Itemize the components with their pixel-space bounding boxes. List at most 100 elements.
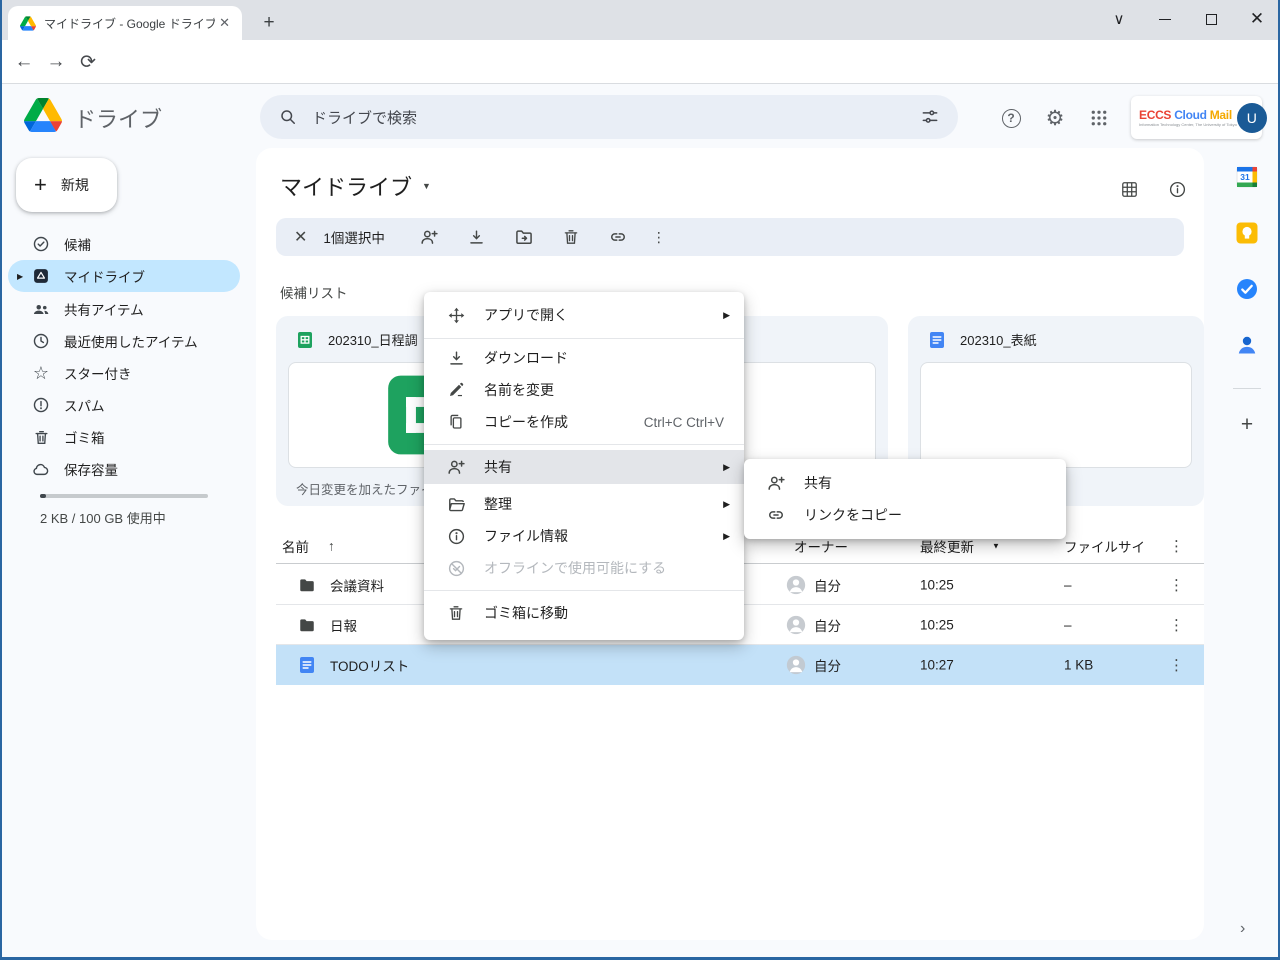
account-badge[interactable]: ECCS Cloud Mail Information Technology C… [1131,96,1262,139]
settings-gear-icon[interactable]: ⚙ [1042,105,1068,131]
cloud-icon [32,460,50,478]
sidebar-item-recent[interactable]: 最近使用したアイテム [8,325,240,357]
selection-count: 1個選択中 [323,227,385,247]
docs-icon [298,656,316,674]
spam-icon [32,396,50,414]
apps-grid-icon[interactable] [1086,105,1112,131]
copy-icon [446,412,466,432]
trash-icon [446,603,466,623]
menu-item-make-copy[interactable]: コピーを作成 Ctrl+C Ctrl+V [424,406,744,438]
sort-asc-icon[interactable]: ↑ [328,539,335,554]
sidebar-item-trash[interactable]: ゴミ箱 [8,421,240,453]
offline-check-icon [446,558,466,578]
menu-item-rename[interactable]: 名前を変更 [424,374,744,406]
svg-text:31: 31 [1240,172,1250,182]
reload-button[interactable]: ⟳ [72,51,104,74]
page-title[interactable]: マイドライブ ▼ [280,170,431,202]
menu-item-open-with[interactable]: アプリで開く ▶ [424,298,744,332]
trash-icon[interactable] [562,228,580,246]
row-more-icon[interactable]: ⋮ [1169,616,1184,634]
share-user-add-icon[interactable] [419,227,439,247]
move-to-folder-icon[interactable] [514,227,534,247]
grid-view-toggle-icon[interactable] [1118,178,1140,200]
storage-progress-bar [40,494,208,498]
clock-icon [32,332,50,350]
clear-selection-icon[interactable]: ✕ [294,227,307,247]
expand-arrow-icon[interactable]: ▶ [17,272,23,281]
menu-divider [424,444,744,445]
new-button[interactable]: + 新規 [16,158,117,212]
sidebar-item-spam[interactable]: スパム [8,389,240,421]
menu-item-file-info[interactable]: ファイル情報 ▶ [424,520,744,552]
menu-item-share[interactable]: 共有 ▶ [424,450,744,484]
forward-button[interactable]: → [40,51,72,73]
header-owner[interactable]: オーナー [794,536,848,556]
help-icon[interactable]: ? [998,105,1024,131]
copy-link-icon [766,505,786,525]
suggestions-label: 候補リスト [280,282,348,302]
info-icon [446,526,466,546]
search-options-icon[interactable] [920,107,940,127]
share-submenu: 共有 リンクをコピー [744,459,1066,539]
card-caption: 今日変更を加えたファイ [296,479,434,498]
collapse-strip-chevron-icon[interactable]: › [1240,920,1245,938]
submenu-arrow-icon: ▶ [723,531,730,542]
sidebar-item-suggested[interactable]: 候補 [8,228,240,260]
submenu-arrow-icon: ▶ [723,462,730,473]
search-icon [278,107,298,127]
contacts-icon[interactable] [1236,334,1258,356]
browser-window: マイドライブ - Google ドライブ ✕ + ∨ ✕ ← → ⟳ drive… [0,0,1280,960]
storage-progress-fill [40,494,46,498]
account-avatar[interactable]: U [1237,103,1267,133]
more-actions-icon[interactable]: ⋮ [652,229,666,246]
storage-usage-text: 2 KB / 100 GB 使用中 [40,508,166,527]
header-name[interactable]: 名前 [282,536,309,556]
window-maximize-button[interactable] [1188,0,1234,38]
new-tab-button[interactable]: + [256,10,282,36]
account-brand: ECCS Cloud Mail [1139,109,1237,121]
tasks-icon[interactable] [1236,278,1258,300]
calendar-icon[interactable]: 31 [1236,166,1258,188]
check-circle-icon [32,235,50,253]
menu-item-move-to-trash[interactable]: ゴミ箱に移動 [424,596,744,630]
row-more-icon[interactable]: ⋮ [1169,656,1184,674]
add-panel-app-icon[interactable]: + [1236,414,1258,436]
menu-item-download[interactable]: ダウンロード [424,342,744,374]
menu-item-organize[interactable]: 整理 ▶ [424,488,744,520]
submenu-item-copy-link[interactable]: リンクをコピー [744,499,1066,531]
strip-divider [1233,388,1261,389]
window-minimize-button[interactable] [1142,0,1188,38]
tab-close-icon[interactable]: ✕ [215,15,234,31]
account-brand-sub: Information Technology Center, The Unive… [1139,123,1237,127]
context-menu: アプリで開く ▶ ダウンロード 名前を変更 コピーを作成 Ctrl+C Ctrl… [424,292,744,640]
plus-icon: + [34,172,47,198]
details-info-icon[interactable] [1166,178,1188,200]
copy-link-icon[interactable] [608,227,628,247]
submenu-item-share[interactable]: 共有 [744,467,1066,499]
sidebar-item-my-drive[interactable]: ▶ マイドライブ [8,260,240,292]
submenu-arrow-icon: ▶ [723,499,730,510]
sidebar-item-shared[interactable]: 共有アイテム [8,293,240,325]
selection-toolbar: ✕ 1個選択中 ⋮ [276,218,1184,256]
owner-avatar [786,575,806,595]
file-row-3-selected[interactable]: TODOリスト 自分 10:27 1 KB ⋮ [276,645,1204,685]
window-menu-icon[interactable]: ∨ [1096,0,1142,38]
sidebar-item-storage[interactable]: 保存容量 [8,453,240,485]
submenu-arrow-icon: ▶ [723,310,730,321]
row-more-icon[interactable]: ⋮ [1169,576,1184,594]
menu-divider [424,338,744,339]
header-more-icon[interactable]: ⋮ [1169,537,1184,555]
folder-icon [298,616,316,634]
search-placeholder: ドライブで検索 [312,107,906,128]
owner-avatar [786,615,806,635]
window-close-button[interactable]: ✕ [1234,0,1280,38]
sidebar-item-starred[interactable]: ☆ スター付き [8,357,240,389]
header-size[interactable]: ファイルサイ [1064,536,1145,556]
keep-icon[interactable] [1236,222,1258,244]
download-icon[interactable] [467,228,486,247]
back-button[interactable]: ← [8,51,40,73]
owner-avatar [786,655,806,675]
browser-tab[interactable]: マイドライブ - Google ドライブ ✕ [8,6,242,40]
header-modified[interactable]: 最終更新 [920,536,974,556]
search-input[interactable]: ドライブで検索 [260,95,958,139]
